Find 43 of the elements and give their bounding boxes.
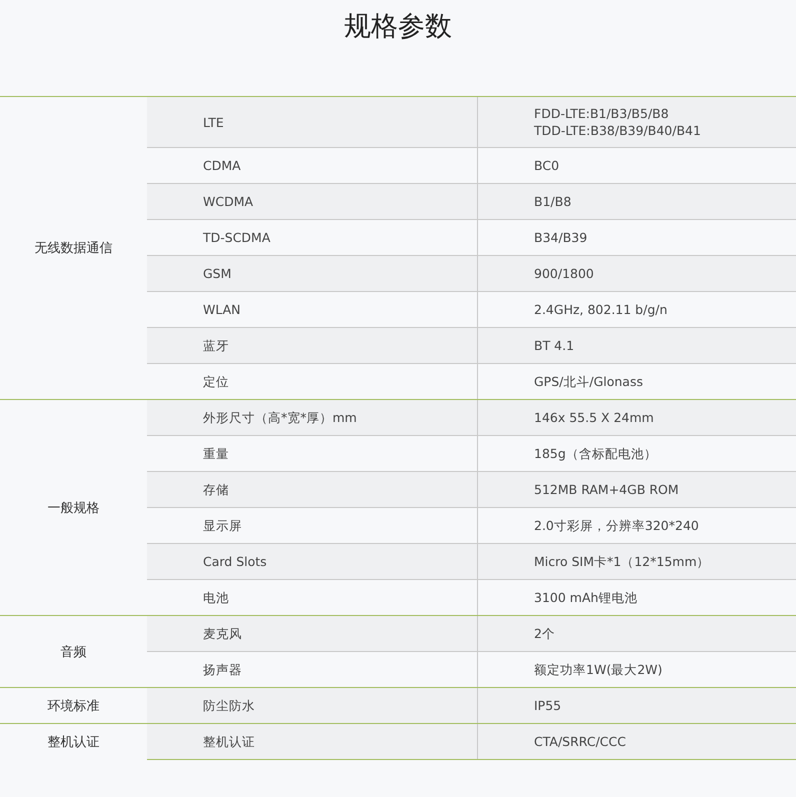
- spec-label: 重量: [203, 445, 229, 462]
- spec-value: 185g（含标配电池）: [534, 445, 658, 462]
- spec-label: WCDMA: [203, 193, 254, 210]
- spec-value: Micro SIM卡*1（12*15mm）: [534, 553, 711, 570]
- spec-value: BC0: [534, 157, 560, 174]
- spec-label: 扬声器: [203, 661, 242, 678]
- group-name: 一般规格: [48, 500, 100, 516]
- group-name: 音频: [60, 644, 86, 660]
- group-name: 环境标准: [48, 698, 100, 714]
- spec-label: Card Slots: [203, 553, 267, 570]
- spec-value: CTA/SRRC/CCC: [534, 733, 627, 750]
- spec-value: B1/B8: [534, 193, 572, 210]
- spec-value: B34/B39: [534, 229, 588, 246]
- spec-label: WLAN: [203, 301, 241, 318]
- group-name: 无线数据通信: [34, 240, 112, 257]
- spec-label: CDMA: [203, 157, 241, 174]
- spec-value: 2.4GHz, 802.11 b/g/n: [534, 301, 668, 318]
- group-name: 整机认证: [48, 734, 100, 750]
- spec-label: 整机认证: [203, 733, 255, 750]
- spec-value: 512MB RAM+4GB ROM: [534, 481, 680, 498]
- spec-value: BT 4.1: [534, 337, 576, 354]
- spec-label: GSM: [203, 265, 232, 282]
- spec-value: 额定功率1W(最大2W): [534, 661, 664, 678]
- spec-label: 麦克风: [203, 625, 242, 642]
- spec-label: 存储: [203, 481, 229, 498]
- spec-label: 外形尺寸（高*宽*厚）mm: [203, 409, 357, 426]
- page-title: 规格参数: [343, 10, 453, 44]
- spec-value: 2个: [534, 625, 556, 642]
- spec-label: TD-SCDMA: [203, 229, 270, 246]
- spec-value: FDD-LTE:B1/B3/B5/B8: [534, 105, 670, 122]
- spec-label: 定位: [203, 373, 229, 390]
- spec-label: LTE: [203, 114, 224, 130]
- spec-value: 146x 55.5 X 24mm: [534, 409, 655, 426]
- spec-value: GPS/北斗/Glonass: [534, 373, 644, 390]
- spec-label: 电池: [203, 589, 229, 606]
- spec-value: 3100 mAh锂电池: [534, 589, 638, 606]
- spec-value: TDD-LTE:B38/B39/B40/B41: [534, 122, 702, 139]
- spec-value: IP55: [534, 697, 562, 714]
- spec-label: 显示屏: [203, 517, 242, 534]
- spec-value: 2.0寸彩屏，分辨率320*240: [534, 517, 700, 534]
- spec-label: 防尘防水: [203, 697, 255, 714]
- spec-value: 900/1800: [534, 265, 595, 282]
- spec-label: 蓝牙: [203, 337, 229, 354]
